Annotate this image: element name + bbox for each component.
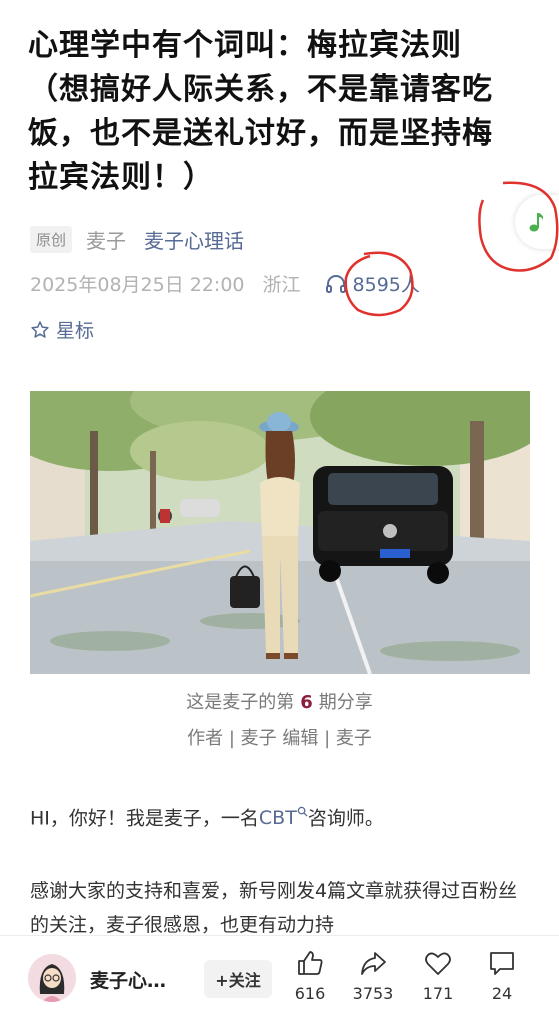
bottom-action-bar: 麦子心… +关注 616 3753 171 24 <box>0 935 559 1025</box>
follow-button[interactable]: +关注 <box>204 960 272 998</box>
thumb-up-icon <box>298 951 323 975</box>
caption-suffix: 期分享 <box>318 692 373 713</box>
intro-text-after: 咨询师。 <box>307 807 384 830</box>
star-button[interactable]: 星标 <box>30 316 94 343</box>
share-count: 3753 <box>352 984 394 1003</box>
headphones-icon <box>325 274 346 293</box>
publish-location: 浙江 <box>262 274 301 296</box>
cbt-search-link[interactable]: CBT <box>258 806 308 830</box>
avatar[interactable] <box>28 954 76 1002</box>
star-label: 星标 <box>56 320 95 342</box>
share-icon <box>361 952 386 975</box>
paragraph-thanks: 感谢大家的支持和喜爱，新号刚发4篇文章就获得过百粉丝的关注，麦子很感恩，也更有动… <box>30 880 518 935</box>
account-name-short[interactable]: 麦子心… <box>90 966 166 993</box>
intro-text-before: HI，你好！我是麦子，一名 <box>30 807 259 830</box>
original-badge: 原创 <box>30 226 73 253</box>
star-icon <box>31 320 49 338</box>
favorite-button[interactable]: 171 <box>408 948 468 1003</box>
credits-line: 作者 | 麦子 编辑 | 麦子 <box>187 728 372 749</box>
listen-count: 8595人 <box>352 274 420 296</box>
issue-number: 6 <box>300 692 313 713</box>
article-title: 心理学中有个词叫：梅拉宾法则（想搞好人际关系，不是靠请客吃饭，也不是送礼讨好，而… <box>28 28 493 195</box>
comment-button[interactable]: 24 <box>472 948 532 1003</box>
music-note-icon <box>529 213 544 232</box>
publish-date: 2025年08月25日 22:00 <box>30 274 245 296</box>
publish-info: 2025年08月25日 22:00 浙江 8595人 <box>30 270 420 297</box>
account-link[interactable]: 麦子心理话 <box>144 225 244 254</box>
cbt-link-text: CBT <box>258 807 297 830</box>
article-meta: 原创 麦子 麦子心理话 <box>30 225 244 254</box>
issue-caption: 这是麦子的第 6 期分享 <box>0 688 559 714</box>
article-body: 心理学中有个词叫：梅拉宾法则（想搞好人际关系，不是靠请客吃饭，也不是送礼讨好，而… <box>0 0 559 935</box>
heart-icon <box>425 952 451 975</box>
author-name: 麦子 <box>86 229 127 253</box>
paragraph-intro: HI，你好！我是麦子，一名CBT 咨询师。 <box>30 797 530 835</box>
search-icon <box>297 806 308 817</box>
hero-illustration <box>30 391 530 674</box>
like-count: 616 <box>294 984 326 1003</box>
comment-count: 24 <box>491 984 513 1003</box>
caption-prefix: 这是麦子的第 <box>186 692 295 713</box>
favorite-count: 171 <box>422 984 454 1003</box>
comment-icon <box>490 952 514 975</box>
share-button[interactable]: 3753 <box>343 948 403 1003</box>
like-button[interactable]: 616 <box>280 948 340 1003</box>
listen-button[interactable]: 8595人 <box>325 270 420 297</box>
